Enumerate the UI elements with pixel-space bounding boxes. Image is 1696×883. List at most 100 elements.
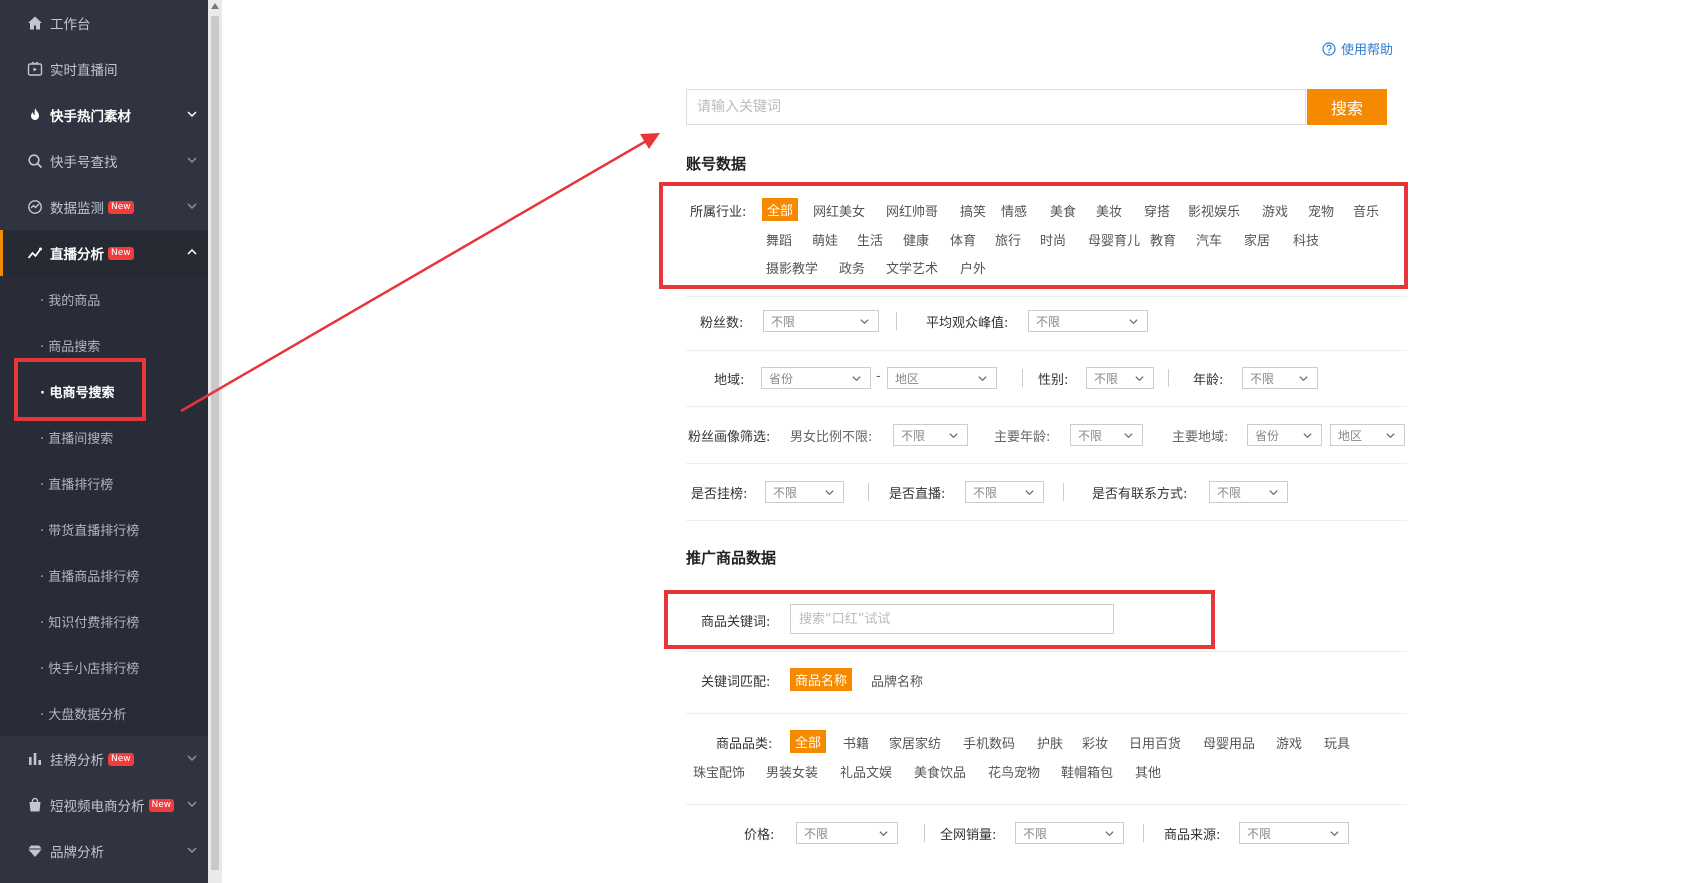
main-province-dropdown[interactable]: 省份	[1247, 424, 1322, 446]
industry-tag[interactable]: 母婴育儿	[1088, 230, 1140, 249]
category-tag[interactable]: 彩妆	[1082, 733, 1108, 752]
industry-tag[interactable]: 生活	[857, 230, 883, 249]
industry-tag[interactable]: 体育	[950, 230, 976, 249]
industry-tag[interactable]: 健康	[903, 230, 929, 249]
gender-dropdown[interactable]: 不限	[1086, 367, 1154, 389]
is-live-dropdown[interactable]: 不限	[965, 481, 1044, 503]
divider	[686, 713, 1407, 714]
dropdown-value: 地区	[895, 371, 920, 386]
product-source-dropdown[interactable]: 不限	[1239, 822, 1349, 844]
main-age-dropdown[interactable]: 不限	[1070, 424, 1143, 446]
industry-tag[interactable]: 摄影教学	[766, 258, 818, 277]
chevron-down-icon	[1302, 430, 1313, 441]
gender-ratio-label: 男女比例不限:	[790, 430, 873, 445]
industry-tag[interactable]: 全部	[762, 198, 799, 221]
chevron-down-icon	[948, 430, 959, 441]
dropdown-value: 地区	[1338, 428, 1363, 443]
keyword-search-input[interactable]	[686, 89, 1306, 125]
divider	[686, 463, 1407, 464]
separator	[1168, 369, 1169, 387]
category-tag[interactable]: 礼品文娱	[840, 762, 892, 781]
category-tag[interactable]: 书籍	[843, 733, 869, 752]
category-tag[interactable]: 花鸟宠物	[988, 762, 1040, 781]
dropdown-value: 不限	[901, 428, 926, 443]
industry-tag[interactable]: 教育	[1150, 230, 1176, 249]
industry-tag[interactable]: 音乐	[1353, 201, 1379, 220]
fans-dropdown[interactable]: 不限	[763, 310, 879, 332]
dropdown-value: 不限	[1036, 314, 1061, 329]
industry-tag[interactable]: 穿搭	[1144, 201, 1170, 220]
search-button[interactable]: 搜索	[1307, 89, 1387, 125]
gender-ratio-dropdown[interactable]: 不限	[893, 424, 968, 446]
separator	[868, 483, 869, 501]
age-dropdown[interactable]: 不限	[1242, 367, 1318, 389]
industry-tag[interactable]: 游戏	[1262, 201, 1288, 220]
fan-portrait-label: 粉丝画像筛选:	[688, 430, 771, 445]
industry-tag[interactable]: 网红帅哥	[886, 201, 938, 220]
main-district-dropdown[interactable]: 地区	[1330, 424, 1405, 446]
chevron-down-icon	[1385, 430, 1396, 441]
category-tag[interactable]: 家居家纺	[889, 733, 941, 752]
chevron-down-icon	[1329, 828, 1340, 839]
chevron-down-icon	[1024, 487, 1035, 498]
category-tag[interactable]: 全部	[790, 730, 827, 753]
separator	[1143, 824, 1144, 842]
district-dropdown[interactable]: 地区	[887, 367, 997, 389]
avg-peak-label: 平均观众峰值:	[926, 316, 1009, 331]
industry-tag[interactable]: 影视娱乐	[1188, 201, 1240, 220]
avg-peak-dropdown[interactable]: 不限	[1028, 310, 1148, 332]
total-sales-dropdown[interactable]: 不限	[1015, 822, 1124, 844]
industry-tag[interactable]: 汽车	[1196, 230, 1222, 249]
match-option-brand-name[interactable]: 品牌名称	[871, 671, 923, 690]
dropdown-value: 不限	[1217, 485, 1242, 500]
chevron-down-icon	[851, 373, 862, 384]
keyword-match-label: 关键词匹配:	[701, 675, 771, 690]
divider	[686, 350, 1407, 351]
category-tag[interactable]: 珠宝配饰	[693, 762, 745, 781]
match-option-product-name[interactable]: 商品名称	[790, 668, 853, 691]
category-label: 商品品类:	[716, 737, 773, 752]
divider	[686, 406, 1407, 407]
industry-tag[interactable]: 文学艺术	[886, 258, 938, 277]
industry-tag[interactable]: 旅行	[995, 230, 1021, 249]
category-tag[interactable]: 手机数码	[963, 733, 1015, 752]
divider	[686, 520, 1407, 521]
category-tag[interactable]: 其他	[1135, 762, 1161, 781]
contact-label: 是否有联系方式:	[1092, 487, 1188, 502]
industry-tag[interactable]: 网红美女	[813, 201, 865, 220]
industry-tag[interactable]: 宠物	[1308, 201, 1334, 220]
separator	[1022, 369, 1023, 387]
industry-tag[interactable]: 时尚	[1040, 230, 1066, 249]
category-tag[interactable]: 男装女装	[766, 762, 818, 781]
onlist-dropdown[interactable]: 不限	[765, 481, 844, 503]
industry-tag[interactable]: 政务	[839, 258, 865, 277]
chevron-down-icon	[1268, 487, 1279, 498]
industry-tag[interactable]: 户外	[960, 258, 986, 277]
product-source-label: 商品来源:	[1164, 828, 1221, 843]
main-age-label: 主要年龄:	[994, 430, 1051, 445]
category-tag[interactable]: 护肤	[1037, 733, 1063, 752]
dropdown-value: 不限	[1250, 371, 1275, 386]
industry-tag[interactable]: 家居	[1244, 230, 1270, 249]
category-tag[interactable]: 美食饮品	[914, 762, 966, 781]
industry-tag[interactable]: 萌娃	[812, 230, 838, 249]
province-dropdown[interactable]: 省份	[761, 367, 871, 389]
help-link[interactable]: 使用帮助	[1322, 39, 1393, 58]
category-tag[interactable]: 玩具	[1324, 733, 1350, 752]
dropdown-value: 不限	[773, 485, 798, 500]
industry-tag[interactable]: 美妆	[1096, 201, 1122, 220]
industry-tag[interactable]: 美食	[1050, 201, 1076, 220]
industry-tag[interactable]: 搞笑	[960, 201, 986, 220]
price-dropdown[interactable]: 不限	[796, 822, 898, 844]
category-tag[interactable]: 母婴用品	[1203, 733, 1255, 752]
industry-tag[interactable]: 情感	[1001, 201, 1027, 220]
category-tag[interactable]: 日用百货	[1129, 733, 1181, 752]
industry-tag[interactable]: 科技	[1293, 230, 1319, 249]
category-tag[interactable]: 鞋帽箱包	[1061, 762, 1113, 781]
contact-dropdown[interactable]: 不限	[1209, 481, 1288, 503]
industry-tag[interactable]: 舞蹈	[766, 230, 792, 249]
product-keyword-input[interactable]	[790, 604, 1114, 634]
main-region-label: 主要地域:	[1172, 430, 1229, 445]
category-tag[interactable]: 游戏	[1276, 733, 1302, 752]
separator	[924, 824, 925, 842]
